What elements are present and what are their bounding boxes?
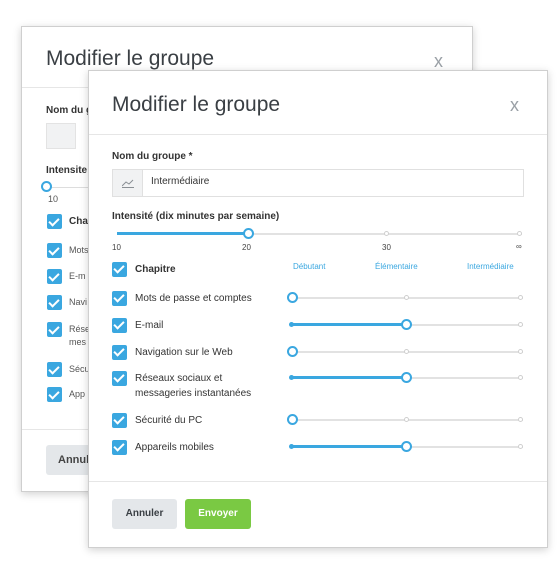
- back-row-label: Navi: [69, 297, 88, 307]
- back-checkbox[interactable]: [47, 362, 62, 377]
- chapter-level-knob[interactable]: [401, 372, 412, 383]
- chapter-level-knob[interactable]: [287, 346, 298, 357]
- back-row-label: Rése: [69, 324, 91, 334]
- chapter-checkbox[interactable]: [112, 345, 127, 360]
- level-stop[interactable]: [289, 444, 294, 449]
- level-stop[interactable]: [289, 375, 294, 380]
- level-stop[interactable]: [404, 349, 409, 354]
- back-checkbox[interactable]: [47, 269, 62, 284]
- chapter-checkbox[interactable]: [112, 440, 127, 455]
- chapter-level-fill: [291, 323, 407, 326]
- back-group-label: Nom du g: [46, 105, 93, 116]
- back-chart-icon: [46, 123, 76, 149]
- back-close-icon[interactable]: x: [434, 51, 443, 72]
- back-row-label: Cha: [69, 216, 88, 227]
- back-checkbox[interactable]: [47, 295, 62, 310]
- intensity-label: Intensité (dix minutes par semaine): [112, 211, 280, 222]
- close-icon[interactable]: x: [510, 95, 519, 116]
- level-stop[interactable]: [518, 349, 523, 354]
- chapter-column-header: Chapitre: [135, 264, 176, 275]
- chapter-checkbox[interactable]: [112, 291, 127, 306]
- chapter-label: Sécurité du PC: [135, 415, 203, 426]
- chapter-label: E-mail: [135, 320, 164, 331]
- intensity-tick: 20: [242, 243, 251, 252]
- intensity-tick: ∞: [516, 242, 522, 251]
- intensity-fill: [117, 232, 249, 235]
- back-checkbox[interactable]: [47, 322, 62, 337]
- chapter-label: Appareils mobiles: [135, 442, 214, 453]
- chapter-label: Réseaux sociaux et: [135, 373, 223, 384]
- level-stop[interactable]: [289, 322, 294, 327]
- back-row-label: E-m: [69, 271, 86, 281]
- back-intensity-label: Intensite: [46, 165, 88, 176]
- intensity-tick: 30: [382, 243, 391, 252]
- footer-divider: [89, 481, 547, 482]
- chapter-level-knob[interactable]: [401, 441, 412, 452]
- intensity-stop[interactable]: [517, 231, 522, 236]
- back-slider-knob[interactable]: [41, 181, 52, 192]
- send-button[interactable]: Envoyer: [185, 499, 251, 529]
- chapter-level-knob[interactable]: [287, 414, 298, 425]
- chapter-checkbox[interactable]: [112, 318, 127, 333]
- intensity-stop[interactable]: [384, 231, 389, 236]
- level-stop[interactable]: [518, 375, 523, 380]
- edit-group-dialog: Modifier le groupe x Nom du groupe * Int…: [88, 70, 548, 548]
- back-row-label: Mots: [69, 245, 89, 255]
- level-header: Débutant: [293, 262, 326, 271]
- back-tick: 10: [48, 194, 59, 204]
- back-checkbox[interactable]: [47, 214, 62, 229]
- chart-icon: [113, 170, 143, 196]
- select-all-checkbox[interactable]: [112, 262, 127, 277]
- chapter-level-knob[interactable]: [287, 292, 298, 303]
- back-row-label: App: [69, 389, 86, 399]
- level-stop[interactable]: [518, 444, 523, 449]
- level-stop[interactable]: [518, 417, 523, 422]
- chapter-level-fill: [291, 445, 407, 448]
- group-name-label: Nom du groupe *: [112, 151, 193, 162]
- level-header: Élémentaire: [375, 262, 418, 271]
- back-row-label: Sécu: [69, 364, 90, 374]
- back-checkbox[interactable]: [47, 243, 62, 258]
- group-name-input[interactable]: [151, 176, 511, 187]
- level-header: Intermédiaire: [467, 262, 514, 271]
- back-dialog-title: Modifier le groupe: [46, 47, 215, 70]
- dialog-title: Modifier le groupe: [112, 93, 281, 116]
- back-checkbox[interactable]: [47, 387, 62, 402]
- header-divider: [89, 134, 547, 135]
- chapter-checkbox[interactable]: [112, 413, 127, 428]
- back-row-label: mes: [69, 337, 87, 347]
- group-name-field: [112, 169, 524, 197]
- chapter-level-fill: [291, 376, 407, 379]
- chapter-label: Navigation sur le Web: [135, 347, 233, 358]
- chapter-label: Mots de passe et comptes: [135, 293, 252, 304]
- level-stop[interactable]: [404, 417, 409, 422]
- chapter-level-knob[interactable]: [401, 319, 412, 330]
- level-stop[interactable]: [404, 295, 409, 300]
- chapter-label-line2: messageries instantanées: [135, 388, 252, 399]
- cancel-button[interactable]: Annuler: [112, 499, 177, 529]
- intensity-tick: 10: [112, 243, 121, 252]
- chapter-checkbox[interactable]: [112, 371, 127, 386]
- level-stop[interactable]: [518, 295, 523, 300]
- intensity-slider-knob[interactable]: [243, 228, 254, 239]
- level-stop[interactable]: [518, 322, 523, 327]
